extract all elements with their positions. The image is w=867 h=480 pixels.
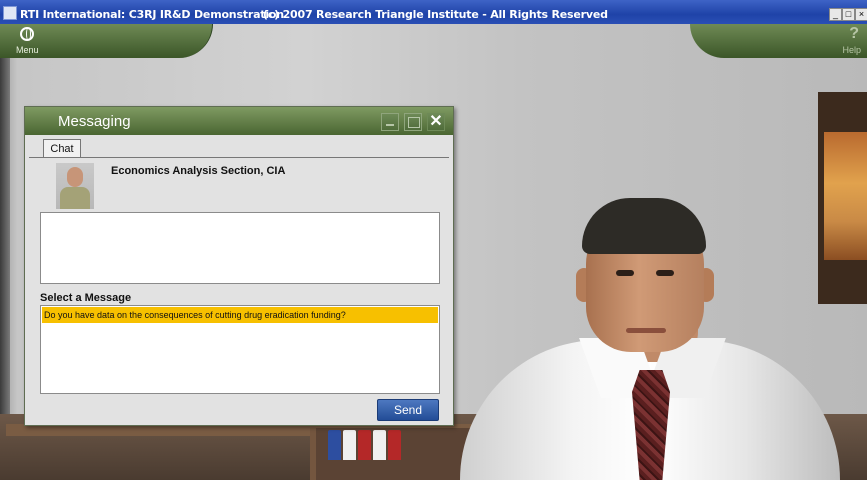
menu-button[interactable]: Menu (0, 24, 213, 58)
window-title-bar: RTI International: C3RJ IR&D Demonstrati… (0, 0, 867, 24)
menu-label: Menu (16, 45, 39, 55)
select-message-label: Select a Message (40, 292, 132, 304)
maximize-window-button[interactable]: □ (842, 8, 855, 21)
help-button[interactable]: ? Help (690, 24, 867, 58)
app-icon (3, 6, 17, 20)
contact-avatar (56, 163, 94, 209)
book (388, 430, 401, 460)
messaging-header[interactable]: Messaging ✕ (25, 107, 453, 135)
question-icon: ? (849, 25, 859, 42)
message-option-selected[interactable]: Do you have data on the consequences of … (42, 307, 438, 323)
copyright-text: (c) 2007 Research Triangle Institute - A… (263, 8, 608, 21)
messaging-maximize-button[interactable] (404, 113, 422, 131)
minimize-window-button[interactable]: _ (829, 8, 842, 21)
messaging-minimize-button[interactable] (381, 113, 399, 131)
book (343, 430, 356, 460)
tab-divider (29, 157, 449, 158)
send-button[interactable]: Send (377, 399, 439, 421)
book (358, 430, 371, 460)
scene-left-frame (0, 24, 10, 480)
contact-name: Economics Analysis Section, CIA (111, 165, 286, 177)
message-list[interactable]: Do you have data on the consequences of … (40, 305, 440, 394)
messaging-window: Messaging ✕ Chat Economics Analysis Sect… (24, 106, 454, 426)
globe-icon (20, 27, 34, 41)
book (373, 430, 386, 460)
help-label: Help (842, 45, 861, 55)
window-title: RTI International: C3RJ IR&D Demonstrati… (20, 8, 284, 21)
avatar-character (460, 198, 840, 480)
messaging-close-button[interactable]: ✕ (427, 113, 445, 131)
messaging-title: Messaging (58, 113, 131, 130)
book (328, 430, 341, 460)
tab-chat[interactable]: Chat (43, 139, 81, 158)
chat-log[interactable] (40, 212, 440, 284)
close-window-button[interactable]: × (855, 8, 867, 21)
